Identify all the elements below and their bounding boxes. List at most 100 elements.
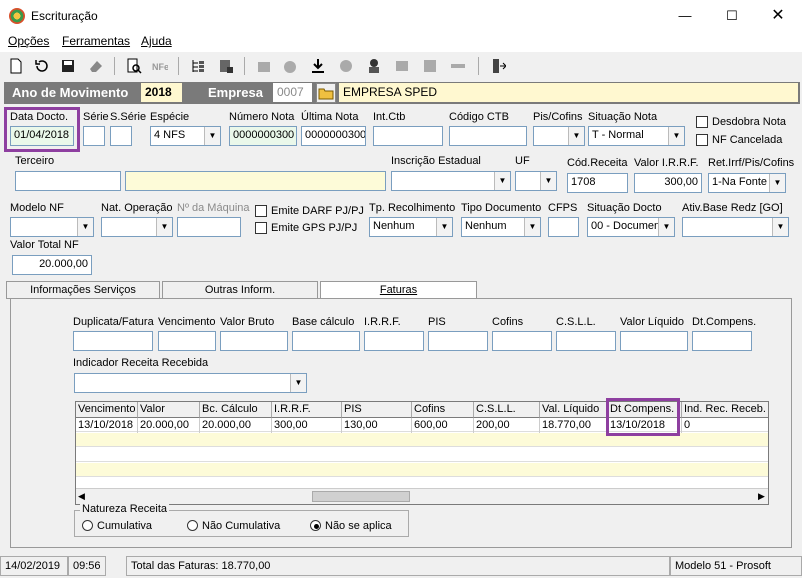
- nf-cancelada-checkbox[interactable]: [696, 134, 708, 146]
- indicador-receita-select[interactable]: ▼: [74, 373, 307, 393]
- grid-cell-cofins[interactable]: 600,00: [412, 418, 474, 434]
- grid-cell-pis[interactable]: 130,00: [342, 418, 412, 434]
- fat-valor-bruto-field[interactable]: [220, 331, 288, 351]
- grid-header-vencimento[interactable]: Vencimento: [76, 402, 138, 418]
- grid-header-csll[interactable]: C.S.L.L.: [474, 402, 540, 418]
- grid-header-val-liquido[interactable]: Val. Líquido: [540, 402, 608, 418]
- codigo-ctb-field[interactable]: [449, 126, 527, 146]
- fat-csll-field[interactable]: [556, 331, 616, 351]
- modelo-nf-select[interactable]: ▼: [10, 217, 94, 237]
- terceiro-name-field[interactable]: [125, 171, 386, 191]
- serie-field[interactable]: [83, 126, 105, 146]
- grid-cell-val-liquido[interactable]: 18.770,00: [540, 418, 608, 434]
- cfps-field[interactable]: [548, 217, 579, 237]
- tab-outras-inform[interactable]: Outras Inform.: [162, 281, 318, 299]
- empresa-search-button[interactable]: [316, 83, 336, 103]
- ultima-nota-field[interactable]: 0000000300: [301, 126, 366, 146]
- fat-cofins-field[interactable]: [492, 331, 552, 351]
- grid-header-valor[interactable]: Valor: [138, 402, 200, 418]
- exit-button[interactable]: [488, 56, 508, 76]
- tipo-documento-select[interactable]: Nenhum ▼: [461, 217, 541, 237]
- tool-button-5[interactable]: [420, 56, 440, 76]
- nfe-button[interactable]: NFe: [150, 56, 170, 76]
- radio-cumulativa[interactable]: [82, 520, 93, 531]
- grid-header-ind-rec-receb[interactable]: Ind. Rec. Receb.: [682, 402, 768, 418]
- nat-operacao-select[interactable]: ▼: [101, 217, 173, 237]
- situacao-docto-select[interactable]: 00 - Documen ▼: [587, 217, 675, 237]
- table-row[interactable]: [76, 463, 768, 477]
- fat-valor-liquido-field[interactable]: [620, 331, 688, 351]
- sserie-field[interactable]: [110, 126, 132, 146]
- menu-opcoes[interactable]: Opções: [8, 34, 49, 48]
- grid-header-cofins[interactable]: Cofins: [412, 402, 474, 418]
- menu-ferramentas[interactable]: Ferramentas: [62, 34, 130, 48]
- delete-button[interactable]: [86, 56, 106, 76]
- preview-button[interactable]: [124, 56, 144, 76]
- intctb-field[interactable]: [373, 126, 443, 146]
- inscricao-estadual-select[interactable]: ▼: [391, 171, 511, 191]
- numero-maquina-field[interactable]: [177, 217, 241, 237]
- undo-button[interactable]: [32, 56, 52, 76]
- emite-gps-checkbox[interactable]: [255, 222, 267, 234]
- grid-horizontal-scrollbar[interactable]: ◀ ▶: [76, 488, 768, 504]
- tab-informacoes-servicos[interactable]: Informações Serviços: [6, 281, 160, 299]
- uf-select[interactable]: ▼: [515, 171, 557, 191]
- grid-cell-valor[interactable]: 20.000,00: [138, 418, 200, 434]
- ano-movimento-field[interactable]: 2018: [140, 82, 183, 103]
- tool-button-1[interactable]: [254, 56, 274, 76]
- empresa-name-field[interactable]: EMPRESA SPED: [338, 82, 799, 103]
- tp-recolhimento-select[interactable]: Nenhum ▼: [369, 217, 453, 237]
- cib-button[interactable]: [364, 56, 384, 76]
- fat-pis-field[interactable]: [428, 331, 488, 351]
- grid-header-pis[interactable]: PIS: [342, 402, 412, 418]
- ativ-base-select[interactable]: ▼: [682, 217, 789, 237]
- menu-ajuda[interactable]: Ajuda: [141, 34, 172, 48]
- radio-nao-cumulativa[interactable]: [187, 520, 198, 531]
- new-button[interactable]: [6, 56, 26, 76]
- grid-cell-bc-calculo[interactable]: 20.000,00: [200, 418, 272, 434]
- radio-nao-se-aplica[interactable]: [310, 520, 321, 531]
- terceiro-code-field[interactable]: [15, 171, 121, 191]
- fat-duplicata-field[interactable]: [73, 331, 153, 351]
- tab-faturas[interactable]: Faturas: [320, 281, 477, 299]
- ret-irrf-select[interactable]: 1-Na Fonte ▼: [708, 173, 786, 193]
- desdobra-nota-checkbox[interactable]: [696, 116, 708, 128]
- especie-select[interactable]: 4 NFS ▼: [150, 126, 221, 146]
- fat-irrf-field[interactable]: [364, 331, 424, 351]
- table-row[interactable]: [76, 448, 768, 462]
- numero-nota-field[interactable]: 0000000300: [229, 126, 297, 146]
- valor-total-field[interactable]: 20.000,00: [12, 255, 92, 275]
- valor-irrf-field[interactable]: 300,00: [634, 173, 702, 193]
- tree-button[interactable]: [188, 56, 208, 76]
- pis-cofins-select[interactable]: ▼: [533, 126, 585, 146]
- empresa-code-field[interactable]: 0007: [272, 82, 313, 103]
- grid-cell-ind-rec-receb[interactable]: 0: [682, 418, 768, 434]
- minimize-button[interactable]: —: [675, 6, 695, 26]
- download-button[interactable]: [308, 56, 328, 76]
- scroll-thumb[interactable]: [312, 491, 410, 502]
- cod-receita-field[interactable]: 1708: [567, 173, 628, 193]
- tool-button-6[interactable]: [448, 56, 468, 76]
- empresa-label: Empresa: [208, 85, 263, 100]
- scroll-left-icon[interactable]: ◀: [78, 491, 85, 502]
- calc-button[interactable]: [216, 56, 236, 76]
- situacao-nota-select[interactable]: T - Normal ▼: [588, 126, 685, 146]
- fat-base-calculo-field[interactable]: [292, 331, 360, 351]
- save-button[interactable]: [58, 56, 78, 76]
- tool-button-2[interactable]: [280, 56, 300, 76]
- maximize-button[interactable]: ☐: [722, 6, 742, 26]
- close-button[interactable]: ✕: [768, 6, 788, 26]
- scroll-right-icon[interactable]: ▶: [758, 491, 765, 502]
- grid-header-irrf[interactable]: I.R.R.F.: [272, 402, 342, 418]
- data-docto-field[interactable]: 01/04/2018: [10, 126, 74, 146]
- emite-darf-checkbox[interactable]: [255, 205, 267, 217]
- grid-cell-irrf[interactable]: 300,00: [272, 418, 342, 434]
- fat-vencimento-field[interactable]: [158, 331, 216, 351]
- fat-dt-compens-field[interactable]: [692, 331, 752, 351]
- chevron-down-icon: ▼: [658, 218, 674, 236]
- grid-cell-vencimento[interactable]: 13/10/2018: [76, 418, 138, 434]
- tool-button-4[interactable]: [392, 56, 412, 76]
- grid-header-bc-calculo[interactable]: Bc. Cálculo: [200, 402, 272, 418]
- grid-cell-csll[interactable]: 200,00: [474, 418, 540, 434]
- tool-button-3[interactable]: [336, 56, 356, 76]
